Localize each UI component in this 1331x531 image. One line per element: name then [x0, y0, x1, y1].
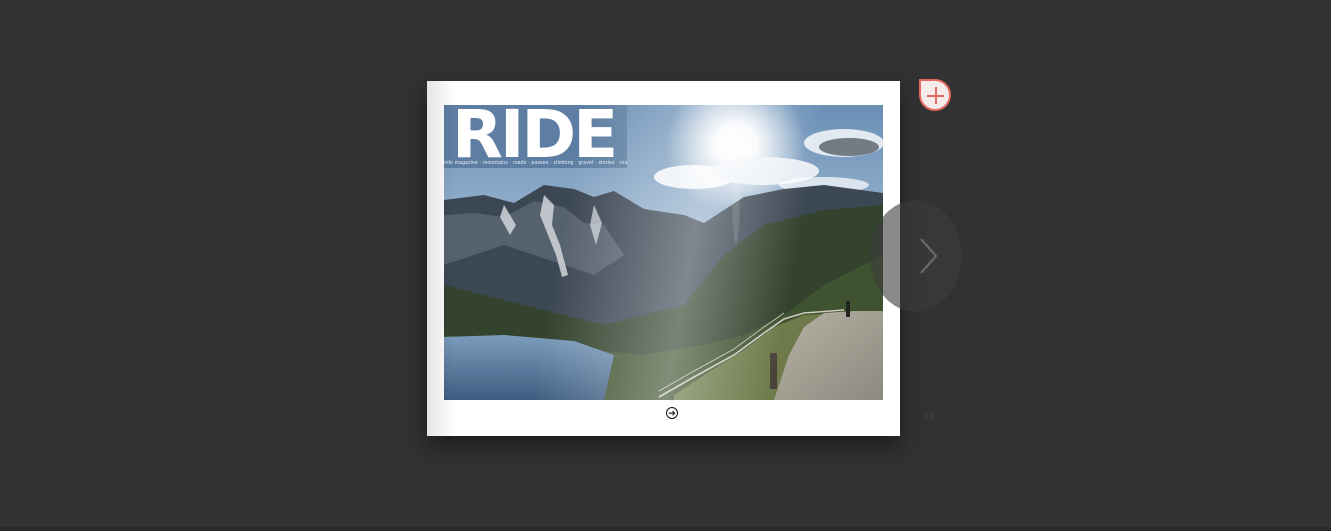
- flipbook-viewer: RIDE ride magazine · mountains · roads ·…: [0, 0, 1331, 531]
- page-spine-shadow: [427, 81, 455, 436]
- masthead-tagline: ride magazine · mountains · roads · pass…: [444, 160, 627, 166]
- magazine-cover-page[interactable]: RIDE ride magazine · mountains · roads ·…: [427, 81, 900, 436]
- magazine-masthead: RIDE ride magazine · mountains · roads ·…: [444, 100, 627, 170]
- bottom-toolbar-strip: [0, 527, 1331, 531]
- next-page-arrow-icon[interactable]: ➔: [666, 407, 678, 419]
- next-page-button[interactable]: [870, 200, 962, 312]
- skip-to-end-icon[interactable]: [924, 411, 934, 421]
- chevron-right-icon[interactable]: [918, 236, 940, 276]
- add-bookmark-button[interactable]: [919, 79, 951, 111]
